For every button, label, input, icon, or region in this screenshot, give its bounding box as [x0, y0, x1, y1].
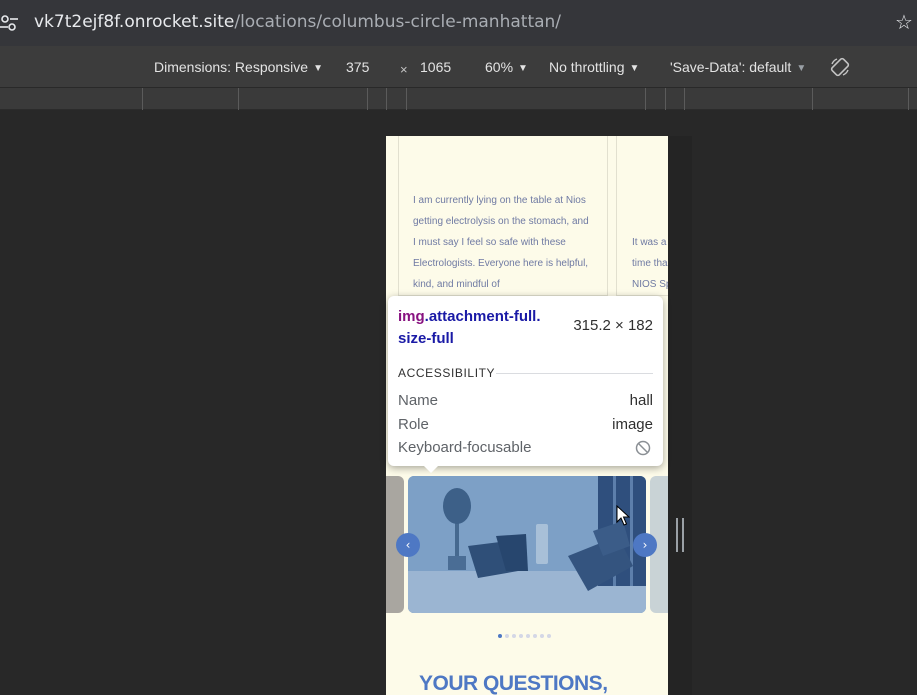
- slider-dot[interactable]: [533, 634, 537, 638]
- hall-image[interactable]: [408, 476, 646, 613]
- slider-next-button[interactable]: ›: [633, 533, 657, 557]
- a11y-row-keyboard: Keyboard-focusable: [398, 439, 653, 456]
- viewport-scroll-area: [668, 136, 692, 695]
- slider-dot[interactable]: [547, 634, 551, 638]
- element-size: 315.2 × 182: [573, 317, 653, 334]
- device-toolbar: Dimensions: Responsive ▼ 375 × 1065 60% ▼ …: [0, 46, 917, 88]
- tooltip-arrow: [422, 464, 440, 473]
- ruler-tick: [665, 88, 666, 110]
- ruler-tick: [238, 88, 239, 110]
- height-input[interactable]: 1065: [420, 59, 451, 75]
- ruler-tick: [367, 88, 368, 110]
- inspect-tooltip: img.attachment-full. size-full 315.2 × 1…: [388, 296, 663, 473]
- slider-dot[interactable]: [498, 634, 502, 638]
- url-field[interactable]: vk7t2ejf8f.onrocket.site/locations/colum…: [34, 12, 561, 32]
- faq-heading: YOUR QUESTIONS,: [419, 672, 608, 695]
- ruler-tick: [142, 88, 143, 110]
- media-query-ruler[interactable]: [0, 88, 917, 110]
- throttling-dropdown[interactable]: No throttling ▼: [549, 59, 639, 75]
- slider-prev-button[interactable]: ‹: [396, 533, 420, 557]
- site-settings-icon[interactable]: [0, 13, 22, 33]
- review-text-partial: It was a time tha NIOS Sp: [632, 237, 668, 290]
- ruler-tick: [386, 88, 387, 110]
- resize-handle[interactable]: [676, 518, 684, 552]
- zoom-dropdown[interactable]: 60% ▼: [485, 59, 528, 75]
- slider-dot[interactable]: [526, 634, 530, 638]
- element-tag: img: [398, 308, 425, 325]
- dimensions-dropdown[interactable]: Dimensions: Responsive ▼: [154, 59, 323, 75]
- save-data-dropdown[interactable]: 'Save-Data': default ▼: [670, 59, 806, 75]
- hall-photo: [408, 476, 646, 613]
- slider-dot[interactable]: [512, 634, 516, 638]
- chevron-down-icon: ▼: [518, 63, 528, 74]
- no-entry-icon: [635, 440, 651, 456]
- slider-dot[interactable]: [519, 634, 523, 638]
- ruler-tick: [406, 88, 407, 110]
- width-input[interactable]: 375: [346, 59, 369, 75]
- ruler-tick: [812, 88, 813, 110]
- element-selector: img.attachment-full. size-full: [398, 306, 541, 350]
- element-classes-cont: size-full: [398, 330, 454, 347]
- rotate-icon[interactable]: [829, 56, 851, 78]
- address-bar: vk7t2ejf8f.onrocket.site/locations/colum…: [0, 0, 917, 46]
- chevron-down-icon: ▼: [796, 63, 807, 74]
- a11y-row-name: Name hall: [398, 392, 653, 409]
- url-path: /locations/columbus-circle-manhattan/: [234, 12, 562, 32]
- slider-dot[interactable]: [505, 634, 509, 638]
- element-classes: .attachment-full.: [424, 308, 541, 325]
- ruler-tick: [684, 88, 685, 110]
- slider-dot[interactable]: [540, 634, 544, 638]
- chevron-down-icon: ▼: [313, 63, 323, 74]
- a11y-row-role: Role image: [398, 416, 653, 433]
- bookmark-star-icon[interactable]: ☆: [895, 10, 913, 34]
- review-text: I am currently lying on the table at Nio…: [413, 195, 589, 290]
- url-host: vk7t2ejf8f.onrocket.site: [34, 12, 235, 32]
- ruler-tick: [908, 88, 909, 110]
- mouse-cursor-icon: [616, 505, 630, 526]
- ruler-tick: [645, 88, 646, 110]
- divider: [496, 373, 653, 374]
- accessibility-heading: ACCESSIBILITY: [398, 366, 496, 380]
- times-separator: ×: [400, 62, 408, 77]
- devtools-window: vk7t2ejf8f.onrocket.site/locations/colum…: [0, 0, 917, 695]
- chevron-down-icon: ▼: [629, 63, 640, 74]
